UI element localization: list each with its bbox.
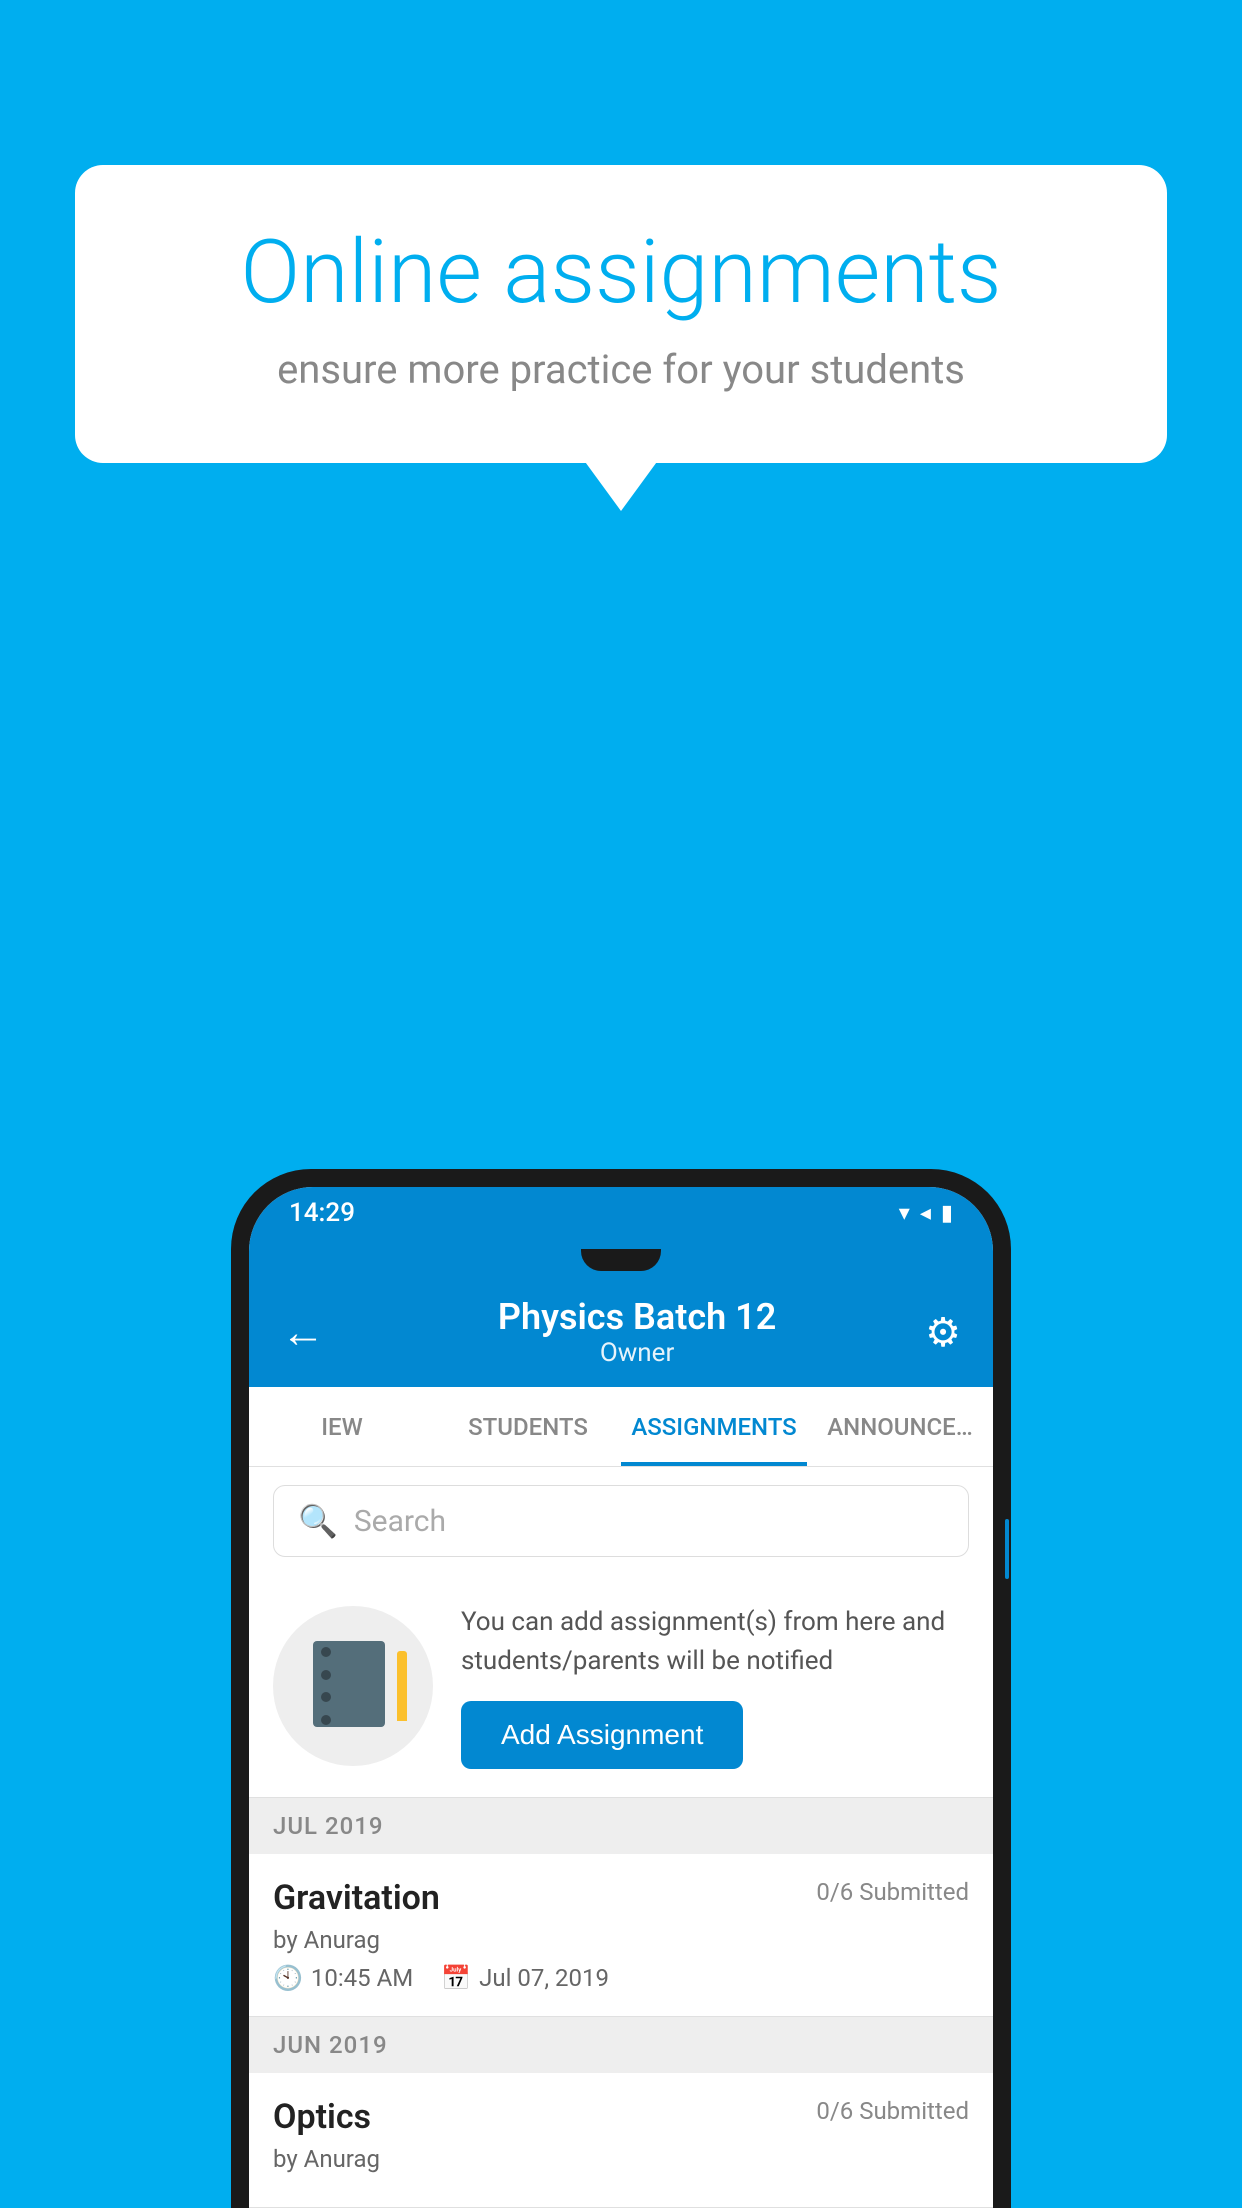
notch-camera (581, 1249, 661, 1271)
time-value-gravitation: 10:45 AM (311, 1964, 413, 1992)
battery-icon: ▮ (941, 1201, 953, 1226)
month-header-jun: JUN 2019 (249, 2017, 993, 2073)
month-header-jul: JUL 2019 (249, 1798, 993, 1854)
notebook-rings (321, 1641, 331, 1731)
search-input[interactable]: Search (354, 1504, 446, 1539)
assignment-optics-row-top: Optics 0/6 Submitted (273, 2097, 969, 2137)
search-icon: 🔍 (298, 1502, 338, 1540)
tab-iew-label: IEW (321, 1413, 362, 1441)
status-icons: ▾ ◂ ▮ (899, 1201, 953, 1226)
add-assignment-button[interactable]: Add Assignment (461, 1701, 743, 1769)
assignment-date-gravitation: 📅 Jul 07, 2019 (441, 1964, 609, 1992)
month-label-jun: JUN 2019 (273, 2031, 388, 2059)
tab-bar: IEW STUDENTS ASSIGNMENTS ANNOUNCE… (249, 1387, 993, 1467)
app-bar-title-group: Physics Batch 12 Owner (349, 1296, 925, 1368)
notebook-icon (313, 1641, 393, 1731)
assignment-name-gravitation: Gravitation (273, 1878, 440, 1918)
month-label-jul: JUL 2019 (273, 1812, 384, 1840)
assignment-row-top: Gravitation 0/6 Submitted (273, 1878, 969, 1918)
assignment-name-optics: Optics (273, 2097, 371, 2137)
wifi-icon: ▾ (899, 1201, 910, 1226)
assignment-time-gravitation: 🕙 10:45 AM (273, 1964, 413, 1992)
scroll-indicator (1005, 1519, 1009, 1579)
back-button[interactable]: ← (281, 1306, 325, 1358)
tab-iew[interactable]: IEW (249, 1387, 435, 1466)
phone-screen: 14:29 ▾ ◂ ▮ ← Physics Batch 12 Owner ⚙ I… (249, 1187, 993, 2208)
tab-students-label: STUDENTS (468, 1413, 588, 1441)
assignment-optics[interactable]: Optics 0/6 Submitted by Anurag (249, 2073, 993, 2208)
assignment-gravitation[interactable]: Gravitation 0/6 Submitted by Anurag 🕙 10… (249, 1854, 993, 2017)
speech-bubble-container: Online assignments ensure more practice … (75, 165, 1167, 463)
speech-bubble: Online assignments ensure more practice … (75, 165, 1167, 463)
date-value-gravitation: Jul 07, 2019 (479, 1964, 609, 1992)
assignment-by-gravitation: by Anurag (273, 1926, 969, 1954)
tab-announcements[interactable]: ANNOUNCE… (807, 1387, 993, 1466)
status-bar: 14:29 ▾ ◂ ▮ (249, 1187, 993, 1239)
assignment-submitted-optics: 0/6 Submitted (816, 2097, 969, 2125)
assignment-meta-gravitation: 🕙 10:45 AM 📅 Jul 07, 2019 (273, 1964, 969, 1992)
ring-1 (321, 1647, 331, 1657)
tab-assignments[interactable]: ASSIGNMENTS (621, 1387, 807, 1466)
signal-icon: ◂ (920, 1201, 931, 1226)
app-bar-title: Physics Batch 12 (349, 1296, 925, 1338)
add-assignment-promo: You can add assignment(s) from here and … (249, 1575, 993, 1798)
settings-icon[interactable]: ⚙ (925, 1309, 961, 1356)
tab-assignments-label: ASSIGNMENTS (631, 1413, 796, 1441)
ring-4 (321, 1715, 331, 1725)
tab-announcements-label: ANNOUNCE… (827, 1413, 972, 1441)
assignment-submitted-gravitation: 0/6 Submitted (816, 1878, 969, 1906)
promo-description: You can add assignment(s) from here and … (461, 1603, 969, 1681)
tab-students[interactable]: STUDENTS (435, 1387, 621, 1466)
ring-2 (321, 1670, 331, 1680)
app-bar-subtitle: Owner (349, 1338, 925, 1368)
search-container: 🔍 Search (249, 1467, 993, 1575)
clock-icon: 🕙 (273, 1964, 303, 1992)
search-bar[interactable]: 🔍 Search (273, 1485, 969, 1557)
bubble-title: Online assignments (145, 225, 1097, 322)
app-bar: ← Physics Batch 12 Owner ⚙ (249, 1277, 993, 1387)
phone-frame: 14:29 ▾ ◂ ▮ ← Physics Batch 12 Owner ⚙ I… (231, 1169, 1011, 2208)
notch (249, 1239, 993, 1277)
calendar-icon: 📅 (441, 1964, 471, 1992)
promo-icon-circle (273, 1606, 433, 1766)
pencil-icon (397, 1651, 407, 1721)
ring-3 (321, 1692, 331, 1702)
promo-text: You can add assignment(s) from here and … (461, 1603, 969, 1769)
bubble-subtitle: ensure more practice for your students (145, 346, 1097, 393)
status-time: 14:29 (289, 1198, 355, 1228)
assignment-by-optics: by Anurag (273, 2145, 969, 2173)
